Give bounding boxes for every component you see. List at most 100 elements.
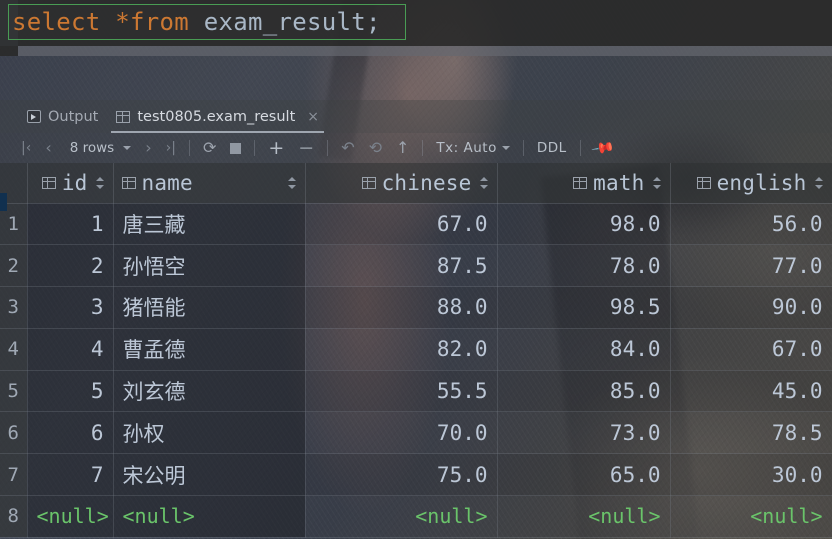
toolbar-separator-4 — [422, 140, 424, 156]
cell-math[interactable]: 65.0 — [497, 453, 671, 497]
row-number[interactable]: 8 — [0, 495, 28, 538]
sql-keyword-select: select — [12, 8, 101, 36]
column-header-math[interactable]: math — [497, 163, 671, 204]
cell-id[interactable]: 6 — [27, 411, 114, 455]
cell-chinese[interactable]: 70.0 — [305, 411, 498, 455]
cell-chinese[interactable]: 88.0 — [305, 286, 498, 329]
cell-id[interactable]: <null> — [27, 495, 114, 538]
cell-id[interactable]: 4 — [27, 328, 114, 371]
row-number[interactable]: 2 — [0, 244, 28, 288]
active-row-marker — [0, 193, 7, 211]
cell-english[interactable]: 77.0 — [670, 244, 832, 288]
ddl-button[interactable]: DDL — [530, 133, 574, 163]
revert-icon[interactable]: ↶ — [334, 133, 361, 163]
column-header-id[interactable]: id — [27, 163, 114, 204]
table-row[interactable]: 4 4 曹孟德 82.0 84.0 67.0 — [0, 328, 832, 371]
pin-tab-button[interactable]: 📌 — [587, 133, 620, 163]
row-number[interactable]: 3 — [0, 286, 28, 329]
cell-name[interactable]: 曹孟德 — [113, 328, 306, 371]
table-row[interactable]: 2 2 孙悟空 87.5 78.0 77.0 — [0, 244, 832, 288]
column-header-chinese[interactable]: chinese — [305, 163, 498, 204]
next-page-button[interactable]: › — [138, 133, 158, 163]
cell-name[interactable]: 孙悟空 — [113, 244, 306, 288]
table-row[interactable]: 6 6 孙权 70.0 73.0 78.5 — [0, 411, 832, 455]
null-value: <null> — [415, 504, 488, 529]
cell-name[interactable]: 唐三藏 — [113, 203, 306, 246]
column-type-icon-chinese — [361, 176, 376, 189]
sql-space-1 — [101, 8, 116, 36]
first-page-button[interactable]: |‹ — [14, 133, 38, 163]
cell-id[interactable]: 7 — [27, 453, 114, 497]
close-icon[interactable]: × — [307, 110, 319, 124]
tab-output[interactable]: Output — [18, 100, 107, 133]
cell-english[interactable]: 56.0 — [670, 203, 832, 246]
cell-english[interactable]: <null> — [670, 495, 832, 538]
cell-chinese[interactable]: 75.0 — [305, 453, 498, 497]
cell-english[interactable]: 67.0 — [670, 328, 832, 371]
cell-math[interactable]: 98.5 — [497, 286, 671, 329]
row-count-dropdown[interactable]: 8 rows — [59, 133, 138, 163]
tab-exam-result[interactable]: test0805.exam_result × — [107, 100, 328, 133]
cell-chinese[interactable]: 87.5 — [305, 244, 498, 288]
table-row[interactable]: 5 5 刘玄德 55.5 85.0 45.0 — [0, 370, 832, 413]
table-row[interactable]: 1 1 唐三藏 67.0 98.0 56.0 — [0, 203, 832, 246]
cell-id[interactable]: 2 — [27, 244, 114, 288]
result-grid[interactable]: id name chinese math english 1 1 唐三藏 67.… — [0, 163, 832, 539]
column-header-name[interactable]: name — [113, 163, 306, 204]
last-page-button[interactable]: ›| — [159, 133, 183, 163]
column-label-name: name — [141, 170, 193, 195]
add-row-button[interactable]: + — [261, 133, 291, 163]
cell-math[interactable]: 85.0 — [497, 370, 671, 413]
cell-name[interactable]: <null> — [113, 495, 306, 538]
cell-math[interactable]: <null> — [497, 495, 671, 538]
cell-chinese[interactable]: 67.0 — [305, 203, 498, 246]
table-row[interactable]: 7 7 宋公明 75.0 65.0 30.0 — [0, 453, 832, 497]
editor-horizontal-scrollbar[interactable] — [18, 46, 832, 56]
cell-name[interactable]: 孙权 — [113, 411, 306, 455]
column-label-english: english — [716, 170, 807, 195]
transaction-mode-dropdown[interactable]: Tx: Auto — [429, 133, 516, 163]
column-type-icon-math — [573, 176, 588, 189]
sort-icon-id[interactable] — [95, 176, 105, 190]
cell-id[interactable]: 1 — [27, 203, 114, 246]
cell-math[interactable]: 98.0 — [497, 203, 671, 246]
cell-english[interactable]: 30.0 — [670, 453, 832, 497]
upload-icon[interactable]: ↑ — [389, 133, 416, 163]
cell-english[interactable]: 90.0 — [670, 286, 832, 329]
table-row[interactable]: 3 3 猪悟能 88.0 98.5 90.0 — [0, 286, 832, 329]
column-header-english[interactable]: english — [670, 163, 832, 204]
stop-button[interactable] — [223, 133, 248, 163]
cell-id[interactable]: 3 — [27, 286, 114, 329]
table-header: id name chinese math english — [0, 163, 832, 204]
row-number[interactable]: 6 — [0, 411, 28, 455]
remove-row-button[interactable]: − — [291, 133, 321, 163]
sql-statement-line[interactable]: select * from exam_result ; — [12, 6, 381, 38]
cell-math[interactable]: 73.0 — [497, 411, 671, 455]
cell-english[interactable]: 45.0 — [670, 370, 832, 413]
previous-page-button[interactable]: ‹ — [38, 133, 58, 163]
table-row[interactable]: 8 <null> <null> <null> <null> <null> — [0, 495, 832, 538]
row-number[interactable]: 5 — [0, 370, 28, 413]
cell-name[interactable]: 刘玄德 — [113, 370, 306, 413]
cell-chinese[interactable]: 82.0 — [305, 328, 498, 371]
cell-name[interactable]: 猪悟能 — [113, 286, 306, 329]
sort-icon-math[interactable] — [652, 176, 662, 190]
sort-icon-name[interactable] — [287, 176, 297, 190]
plus-icon: + — [268, 136, 285, 159]
sort-icon-english[interactable] — [814, 176, 824, 190]
submit-icon[interactable]: ⟲ — [362, 133, 389, 163]
cell-english[interactable]: 78.5 — [670, 411, 832, 455]
sort-icon-chinese[interactable] — [479, 176, 489, 190]
cell-chinese[interactable]: <null> — [305, 495, 498, 538]
row-number[interactable]: 4 — [0, 328, 28, 371]
cell-name[interactable]: 宋公明 — [113, 453, 306, 497]
cell-math[interactable]: 84.0 — [497, 328, 671, 371]
reload-icon[interactable]: ⟳ — [196, 133, 223, 163]
cell-id[interactable]: 5 — [27, 370, 114, 413]
sql-editor[interactable]: select * from exam_result ; — [0, 0, 832, 46]
pin-icon: 📌 — [590, 135, 616, 161]
sql-semicolon: ; — [366, 8, 381, 36]
row-number[interactable]: 7 — [0, 453, 28, 497]
cell-math[interactable]: 78.0 — [497, 244, 671, 288]
cell-chinese[interactable]: 55.5 — [305, 370, 498, 413]
